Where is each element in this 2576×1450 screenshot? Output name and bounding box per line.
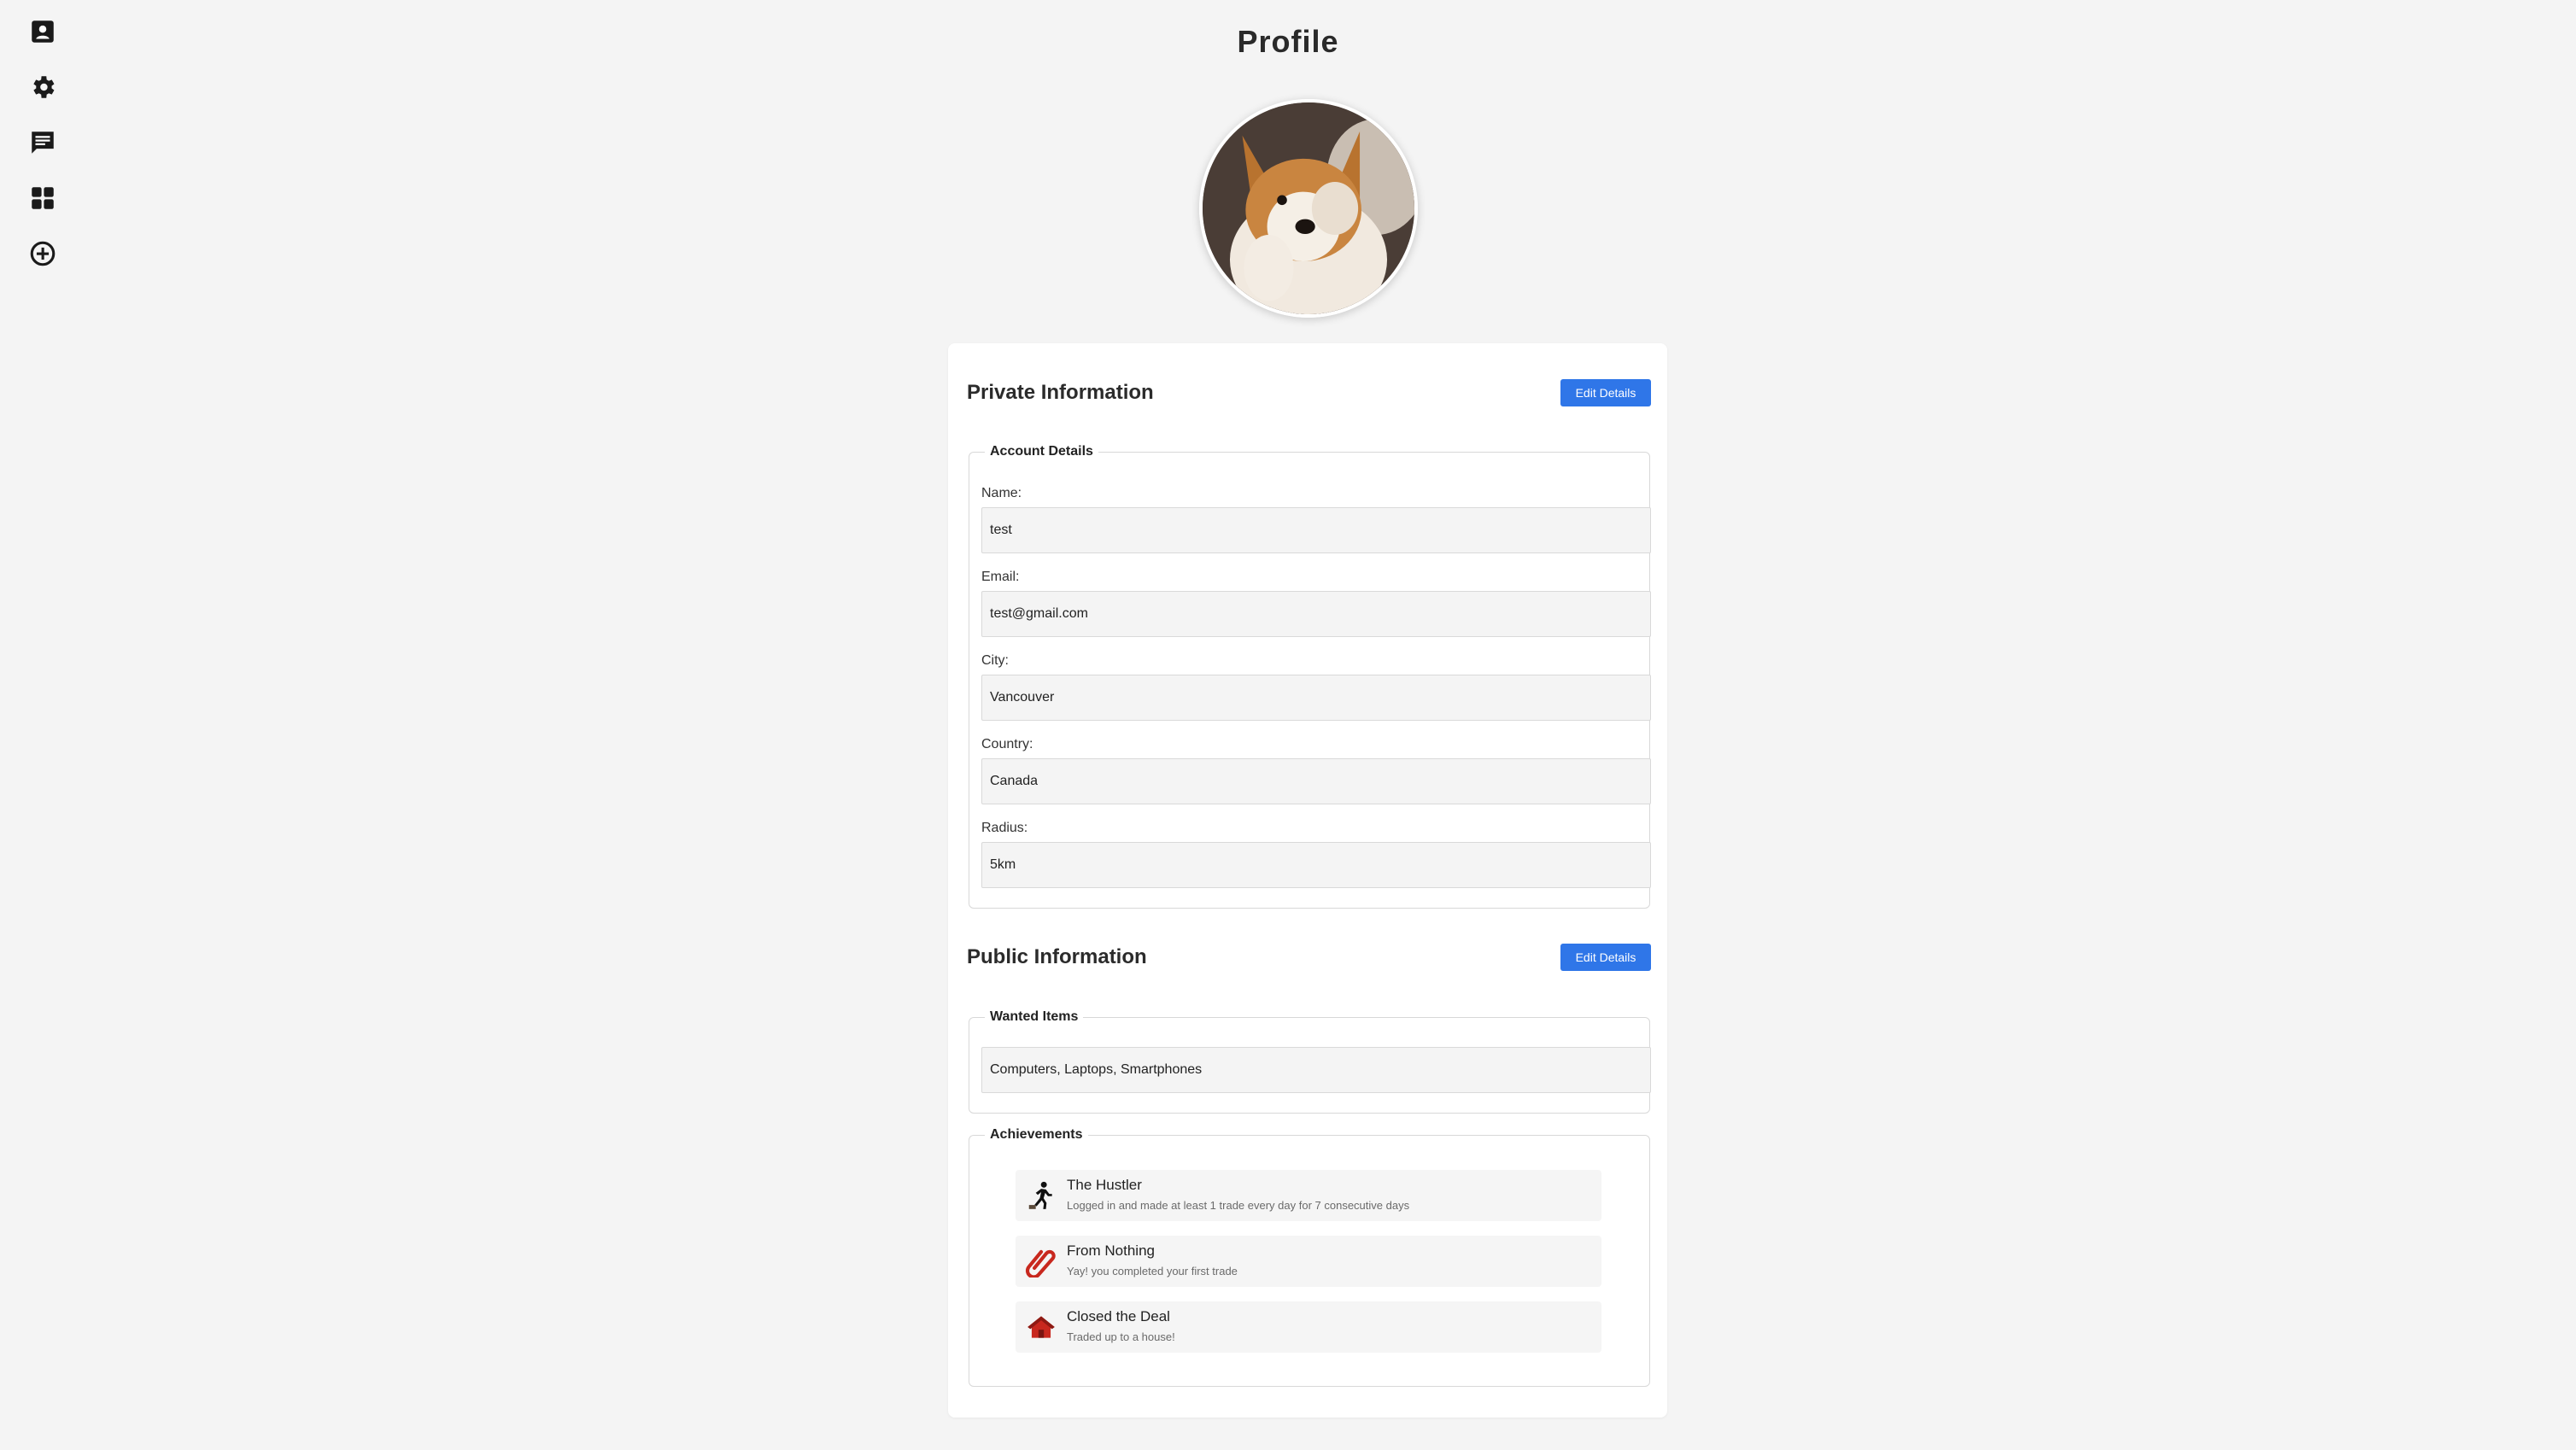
achievement-description: Traded up to a house! (1067, 1330, 1175, 1343)
email-label: Email: (981, 570, 1020, 584)
achievement-description: Yay! you completed your first trade (1067, 1265, 1238, 1278)
achievement-description: Logged in and made at least 1 trade ever… (1067, 1199, 1410, 1212)
gear-icon (33, 76, 55, 98)
city-label: City: (981, 653, 1009, 668)
radius-field[interactable] (981, 842, 1651, 888)
sidebar-item-messages[interactable] (26, 126, 60, 160)
edit-private-details-button[interactable]: Edit Details (1560, 379, 1651, 406)
private-information-heading: Private Information (967, 381, 1154, 404)
chat-icon (32, 132, 54, 154)
account-details-legend: Account Details (990, 444, 1093, 459)
achievement-title: From Nothing (1067, 1242, 1155, 1259)
paperclip-icon (1026, 1249, 1056, 1278)
achievements-group: Achievements The Hustler Logged in and m… (969, 1127, 1650, 1387)
public-information-heading: Public Information (967, 945, 1147, 968)
radius-label: Radius: (981, 821, 1028, 835)
account-details-group: Account Details Name: Email: City: Count… (969, 444, 1651, 909)
country-label: Country: (981, 737, 1033, 751)
house-icon (1027, 1316, 1055, 1338)
achievement-item: The Hustler Logged in and made at least … (1016, 1170, 1601, 1221)
sidebar-item-dashboard[interactable] (26, 181, 60, 215)
wanted-items-legend: Wanted Items (990, 1009, 1079, 1024)
dashboard-grid-icon (32, 187, 54, 209)
page-title: Profile (1237, 24, 1339, 59)
achievement-item: From Nothing Yay! you completed your fir… (1016, 1236, 1601, 1287)
sidebar-item-add[interactable] (26, 237, 60, 271)
profile-card: Private Information Edit Details Account… (948, 343, 1667, 1418)
sidebar (0, 0, 85, 1450)
achievements-legend: Achievements (990, 1127, 1083, 1142)
avatar-image (1203, 102, 1414, 314)
achievement-title: The Hustler (1067, 1177, 1142, 1193)
avatar[interactable] (1199, 99, 1418, 318)
name-field[interactable] (981, 507, 1651, 553)
city-field[interactable] (981, 675, 1651, 721)
wanted-items-group: Wanted Items (969, 1009, 1651, 1114)
sidebar-item-settings[interactable] (26, 70, 60, 104)
add-circle-icon (30, 241, 56, 266)
name-label: Name: (981, 486, 1022, 500)
edit-public-details-button[interactable]: Edit Details (1560, 944, 1651, 971)
country-field[interactable] (981, 758, 1651, 804)
achievement-title: Closed the Deal (1067, 1308, 1170, 1324)
runner-icon (1028, 1181, 1052, 1209)
wanted-items-field[interactable] (981, 1047, 1651, 1093)
email-field[interactable] (981, 591, 1651, 637)
achievement-item: Closed the Deal Traded up to a house! (1016, 1301, 1601, 1353)
